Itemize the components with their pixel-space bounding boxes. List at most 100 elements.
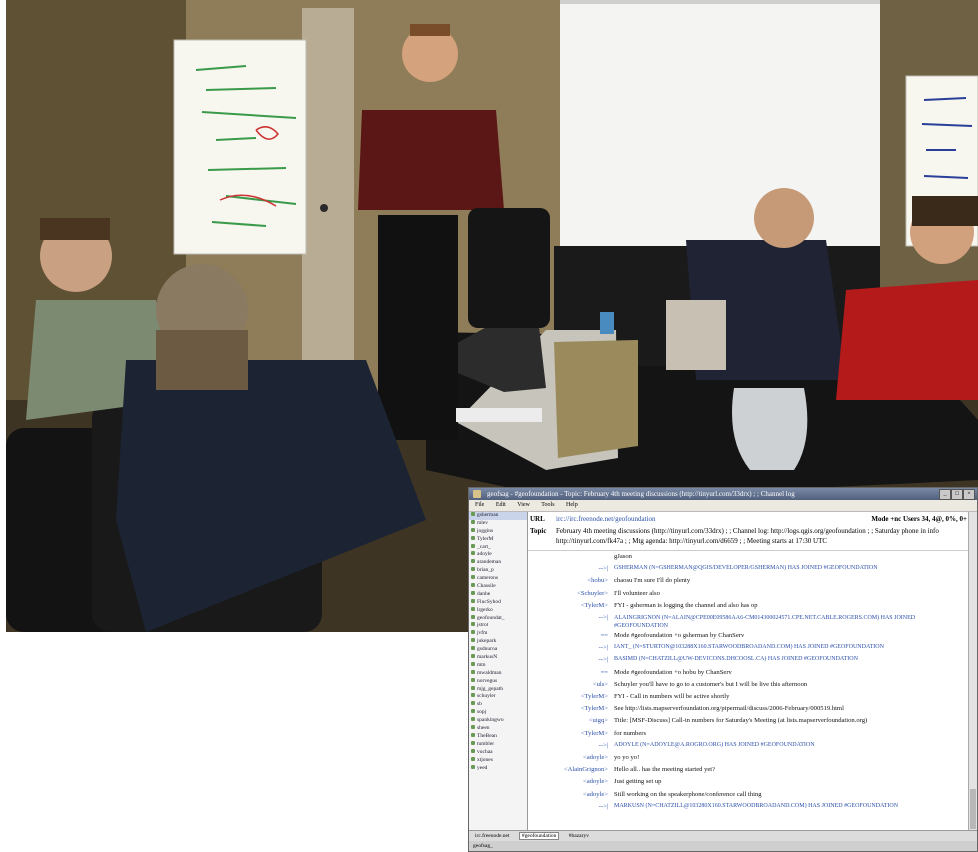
user-list-item[interactable]: mjg_gepath <box>469 685 527 694</box>
log-message: GSHERMAN (N=GSHERMAN@QGIS/DEVELOPER/GSHE… <box>614 565 878 572</box>
url-value[interactable]: irc://irc.freenode.net/geofoundation <box>556 514 656 525</box>
user-status-icon <box>471 693 475 698</box>
user-list-item[interactable]: lrgerko <box>469 606 527 615</box>
user-list-item[interactable]: sb <box>469 701 527 709</box>
user-nick: joggins <box>477 527 494 534</box>
user-list-item[interactable]: xtjones <box>469 756 527 765</box>
user-list-item[interactable]: joggins <box>469 527 527 536</box>
menu-help[interactable]: Help <box>566 502 578 508</box>
user-nick: mjg_gepath <box>477 685 503 692</box>
user-list-item[interactable]: _cart_ <box>469 543 527 552</box>
log-nick[interactable]: <adoyle> <box>528 791 608 798</box>
log-line: == Mode #geofoundation +o gsherman by Cha… <box>528 632 969 644</box>
log-message: ADOYLE (N=ADOYLE@A.ROGRO.ORG) HAS JOINED… <box>614 741 815 748</box>
user-nick: vuchaa <box>477 748 493 755</box>
log-nick[interactable]: == <box>528 632 608 639</box>
log-nick[interactable]: <TylerM> <box>528 693 608 700</box>
user-nick: yeed <box>477 764 488 771</box>
user-list-item[interactable]: FlucSyhod <box>469 598 527 607</box>
user-status-icon <box>471 701 475 706</box>
user-list-item[interactable]: jvfm <box>469 630 527 638</box>
user-list-item[interactable]: mlev <box>469 519 527 528</box>
user-list-item[interactable]: norvegus <box>469 677 527 686</box>
log-message: I'll volunteer also <box>614 589 660 597</box>
log-nick[interactable]: <TylerM> <box>528 705 608 712</box>
log-nick[interactable]: <uls> <box>528 681 608 688</box>
log-nick[interactable]: <TylerM> <box>528 730 608 737</box>
channel-view: URL irc://irc.freenode.net/geofoundation… <box>528 512 969 831</box>
log-line: gJason <box>528 553 969 565</box>
user-nick: jukepark <box>477 638 497 645</box>
user-list-item[interactable]: jukepark <box>469 638 527 646</box>
user-status-icon <box>471 638 475 643</box>
log-nick[interactable]: -->| <box>528 742 608 749</box>
log-line: == Mode #geofoundation +o hobu by ChanSer… <box>528 669 969 681</box>
user-list-item[interactable]: brian_p <box>469 567 527 575</box>
menu-view[interactable]: View <box>517 502 530 508</box>
log-nick[interactable]: <Schuyler> <box>528 590 608 597</box>
log-nick[interactable]: -->| <box>528 803 608 810</box>
log-nick[interactable]: <adoyle> <box>528 778 608 785</box>
log-line: <adoyle> Just getting set up <box>528 778 969 790</box>
tab-bazaryv[interactable]: #bazaryv <box>567 833 591 839</box>
log-line: <TylerM> for numbers <box>528 730 969 742</box>
url-row: URL irc://irc.freenode.net/geofoundation… <box>528 514 969 525</box>
user-status-icon <box>471 669 475 674</box>
user-list-item[interactable]: spankingwo <box>469 717 527 725</box>
tab-server[interactable]: irc.freenode.net <box>473 833 512 839</box>
user-nick: TylerM <box>477 535 494 542</box>
log-nick[interactable]: == <box>528 669 608 676</box>
log-message: BASIMD (N=CHATZILL@UW-DEVICONS.DHCOOSL.C… <box>614 656 858 663</box>
log-nick[interactable]: -->| <box>528 565 608 572</box>
user-status-icon <box>471 725 475 730</box>
user-list-item[interactable]: vuchaa <box>469 748 527 757</box>
log-nick[interactable]: <uigq> <box>528 717 608 724</box>
user-list-item[interactable]: schuyler <box>469 693 527 701</box>
log-scrollbar[interactable] <box>968 512 977 831</box>
user-status-icon <box>471 559 475 564</box>
user-list-item[interactable]: tumbler <box>469 740 527 749</box>
log-nick[interactable]: -->| <box>528 644 608 651</box>
user-nick: jvfm <box>477 630 488 637</box>
log-nick[interactable]: -->| <box>528 614 608 621</box>
user-list-item[interactable]: mtn <box>469 661 527 670</box>
user-list-item[interactable]: markusN <box>469 654 527 662</box>
user-list-item[interactable]: yeed <box>469 764 527 773</box>
menu-file[interactable]: File <box>475 502 484 508</box>
menu-tools[interactable]: Tools <box>541 502 554 508</box>
menu-edit[interactable]: Edit <box>496 502 506 508</box>
user-list-item[interactable]: adoyle <box>469 551 527 559</box>
maximize-button[interactable]: □ <box>951 489 963 500</box>
tab-geofoundation[interactable]: #geofoundation <box>518 832 560 840</box>
user-list-item[interactable]: sopj <box>469 709 527 717</box>
user-list-item[interactable]: Chassile <box>469 583 527 591</box>
user-list-item[interactable]: sheen <box>469 725 527 733</box>
topic-value[interactable]: February 4th meeting discussions (http:/… <box>556 526 967 546</box>
window-titlebar[interactable]: geofsag - #geofoundation - Topic: Februa… <box>469 488 977 500</box>
log-nick[interactable]: <TylerM> <box>528 602 608 609</box>
user-list-item[interactable]: TylerM <box>469 535 527 544</box>
user-list-item[interactable]: arandeman <box>469 559 527 567</box>
user-list-item[interactable]: gsdnuroa <box>469 646 527 654</box>
log-line: <uls> Schuyler you'll have to go to a cus… <box>528 681 969 693</box>
log-line: -->| IANT_ (N=STURTON@103288X160.STARWOOD… <box>528 644 969 656</box>
minimize-button[interactable]: _ <box>939 489 951 500</box>
user-status-icon <box>471 709 475 714</box>
user-list-item[interactable]: camerons <box>469 575 527 583</box>
user-list-item[interactable]: geofoundat_ <box>469 614 527 623</box>
user-list-item[interactable]: TheBean <box>469 732 527 741</box>
user-nick: _cart_ <box>477 543 491 550</box>
scrollbar-thumb[interactable] <box>970 789 976 829</box>
irc-client-window: geofsag - #geofoundation - Topic: Februa… <box>468 487 978 852</box>
user-list-item[interactable]: gsherman <box>469 512 527 520</box>
log-line: <AlainGrignon> Hello all.. has the meetin… <box>528 766 969 778</box>
log-nick[interactable]: <AlainGrignon> <box>528 766 608 773</box>
log-nick[interactable]: <hobu> <box>528 577 608 584</box>
log-nick[interactable]: -->| <box>528 656 608 663</box>
log-message: MARKUSN (N=CHATZILL@103280X160.STARWOODB… <box>614 802 899 809</box>
user-status-icon <box>471 764 475 769</box>
close-button[interactable]: × <box>963 489 975 500</box>
user-list-item[interactable]: mwaldman <box>469 669 527 678</box>
user-list-item[interactable]: danhe <box>469 590 527 599</box>
log-nick[interactable]: <adoyle> <box>528 754 608 761</box>
